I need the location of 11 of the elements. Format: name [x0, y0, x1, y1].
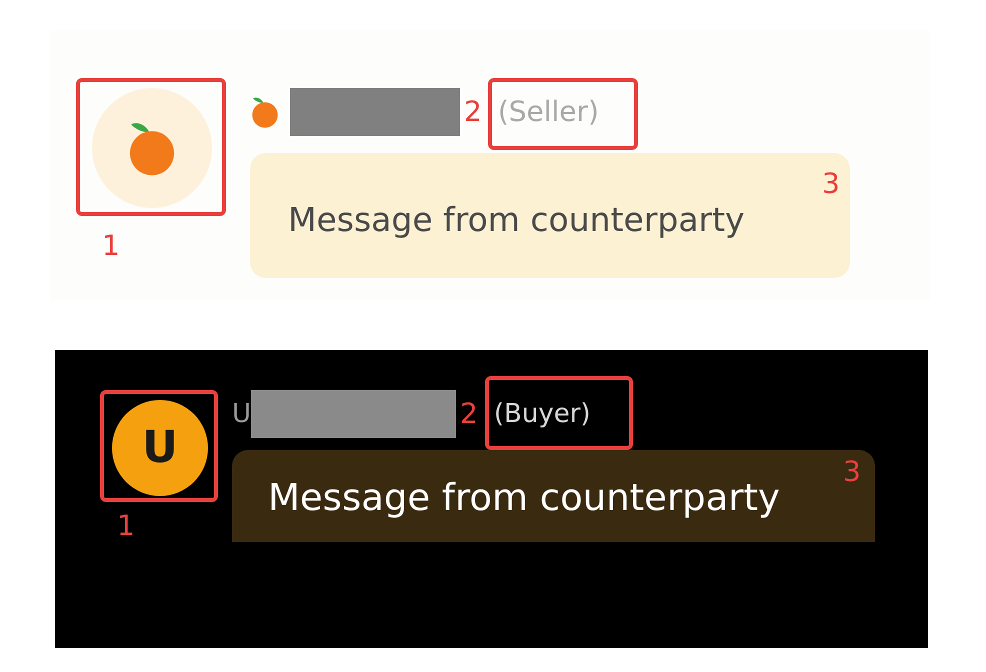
marker-number: 2 — [460, 400, 478, 428]
role-label: (Buyer) — [494, 398, 591, 430]
user-name: U — [232, 398, 252, 430]
marker-number: 1 — [117, 512, 135, 540]
role-label: (Seller) — [498, 94, 599, 130]
avatar: U — [112, 400, 208, 496]
marker-number: 3 — [843, 458, 861, 486]
marker-number: 3 — [822, 170, 840, 198]
marker-number: 1 — [102, 232, 120, 260]
marker-number: 2 — [464, 98, 482, 126]
fruit-icon — [250, 95, 280, 129]
